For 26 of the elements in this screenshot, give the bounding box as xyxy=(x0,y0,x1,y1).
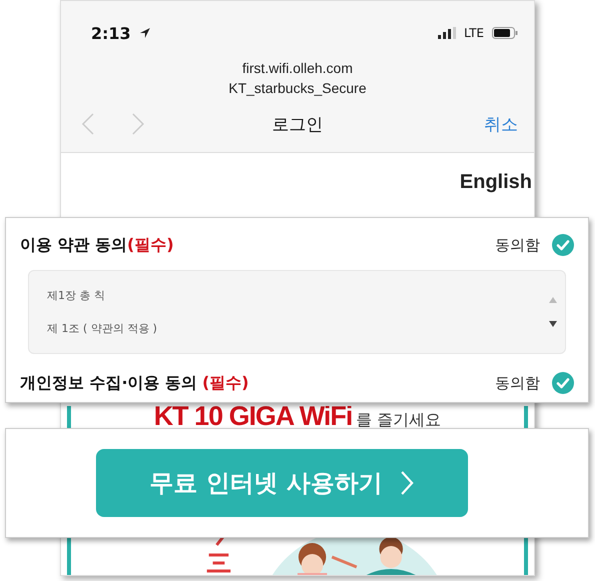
agree-status: 동의함 xyxy=(495,374,540,392)
agreement-label: 개인정보 수집·이용 동의 xyxy=(20,372,198,394)
network-type: LTE xyxy=(464,26,484,40)
language-link[interactable]: English xyxy=(460,171,532,194)
scroll-up-icon[interactable] xyxy=(549,297,557,303)
terms-text: 제1장 총 칙 xyxy=(47,288,106,303)
battery-icon xyxy=(492,27,518,39)
cancel-link[interactable]: 취소 xyxy=(484,112,518,136)
terms-box[interactable]: 제1장 총 칙 제 1조 ( 약관의 적용 ) xyxy=(28,270,566,354)
page-title: 로그인 xyxy=(272,114,323,136)
network-name: KT_starbucks_Secure xyxy=(228,80,368,96)
required-note: (필수) xyxy=(202,372,249,394)
check-icon[interactable] xyxy=(552,372,574,394)
required-note: (필수) xyxy=(127,234,174,256)
agreement-label: 이용 약관 동의 xyxy=(20,234,128,256)
banner-subtext: 를 즐기세요 xyxy=(356,409,442,430)
back-icon[interactable] xyxy=(81,113,95,135)
forward-icon[interactable] xyxy=(131,113,145,135)
location-arrow-icon xyxy=(138,27,151,39)
agree-status: 동의함 xyxy=(495,236,540,254)
url-text: first.wifi.olleh.com xyxy=(241,60,354,76)
scroll-down-icon[interactable] xyxy=(549,321,557,327)
check-icon[interactable] xyxy=(552,234,574,256)
terms-text: 제 1조 ( 약관의 적용 ) xyxy=(47,321,158,336)
status-time: 2:13 xyxy=(91,24,131,42)
chevron-right-icon xyxy=(400,470,414,496)
